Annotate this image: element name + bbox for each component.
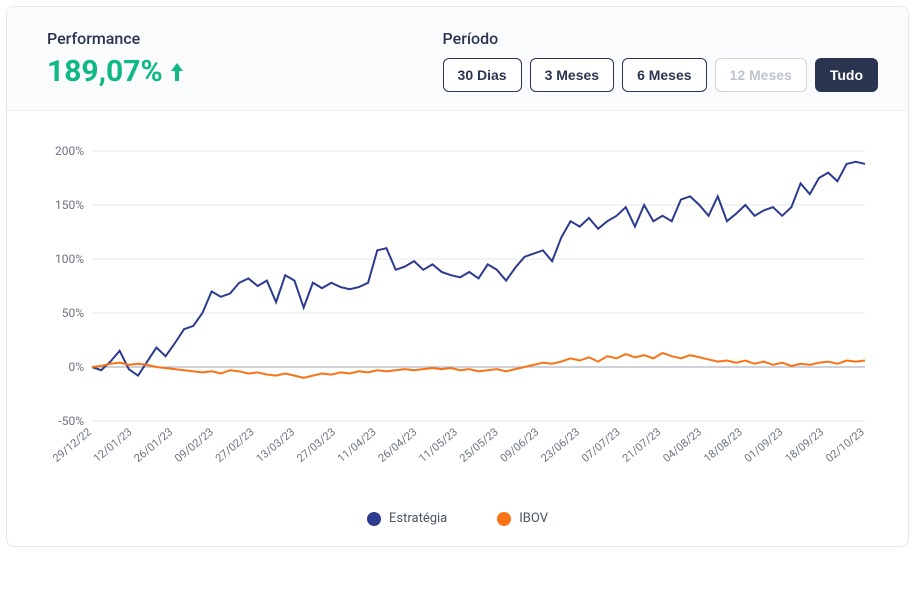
svg-text:0%: 0% [68, 360, 84, 374]
svg-text:200%: 200% [55, 144, 84, 158]
legend-label: Estratégia [389, 511, 447, 526]
performance-chart: -50%0%50%100%150%200%29/12/2212/01/2326/… [37, 131, 880, 491]
svg-text:07/07/23: 07/07/23 [579, 425, 623, 465]
svg-text:09/02/23: 09/02/23 [172, 425, 216, 465]
svg-text:11/05/23: 11/05/23 [416, 425, 460, 465]
svg-text:26/04/23: 26/04/23 [376, 425, 420, 465]
svg-text:50%: 50% [62, 306, 84, 320]
svg-text:27/03/23: 27/03/23 [294, 425, 338, 465]
svg-text:25/05/23: 25/05/23 [457, 425, 501, 465]
svg-text:150%: 150% [55, 198, 84, 212]
svg-text:-50%: -50% [58, 414, 84, 428]
svg-text:01/09/23: 01/09/23 [742, 425, 786, 465]
chart-area: -50%0%50%100%150%200%29/12/2212/01/2326/… [7, 111, 908, 501]
performance-value: 189,07% [47, 54, 163, 89]
performance-card: Performance 189,07% Período 30 Dias 3 Me… [6, 6, 909, 547]
legend-label: IBOV [519, 511, 548, 526]
svg-text:18/09/23: 18/09/23 [783, 425, 827, 465]
period-label: Período [443, 29, 878, 48]
svg-text:26/01/23: 26/01/23 [132, 425, 176, 465]
svg-text:18/08/23: 18/08/23 [701, 425, 745, 465]
svg-text:27/02/23: 27/02/23 [213, 425, 257, 465]
svg-text:02/10/23: 02/10/23 [823, 425, 867, 465]
svg-text:11/04/23: 11/04/23 [335, 425, 379, 465]
performance-value-row: 189,07% [47, 54, 185, 89]
svg-text:04/08/23: 04/08/23 [660, 425, 704, 465]
period-30dias-button[interactable]: 30 Dias [443, 58, 522, 92]
legend-item-ibov: IBOV [497, 511, 548, 526]
legend: Estratégia IBOV [7, 501, 908, 546]
period-buttons: 30 Dias 3 Meses 6 Meses 12 Meses Tudo [443, 58, 878, 92]
period-block: Período 30 Dias 3 Meses 6 Meses 12 Meses… [443, 29, 878, 92]
performance-block: Performance 189,07% [47, 29, 185, 89]
legend-item-estrategia: Estratégia [367, 511, 447, 526]
svg-text:12/01/23: 12/01/23 [91, 425, 135, 465]
svg-text:13/03/23: 13/03/23 [254, 425, 298, 465]
svg-text:100%: 100% [55, 252, 84, 266]
arrow-up-icon [169, 61, 185, 83]
header: Performance 189,07% Período 30 Dias 3 Me… [7, 7, 908, 111]
dot-icon [497, 512, 511, 526]
period-3meses-button[interactable]: 3 Meses [530, 58, 614, 92]
period-12meses-button: 12 Meses [715, 58, 807, 92]
svg-text:23/06/23: 23/06/23 [538, 425, 582, 465]
performance-label: Performance [47, 29, 185, 48]
period-tudo-button[interactable]: Tudo [815, 58, 878, 92]
svg-text:09/06/23: 09/06/23 [498, 425, 542, 465]
svg-text:29/12/22: 29/12/22 [50, 425, 94, 465]
period-6meses-button[interactable]: 6 Meses [622, 58, 706, 92]
dot-icon [367, 512, 381, 526]
svg-text:21/07/23: 21/07/23 [620, 425, 664, 465]
